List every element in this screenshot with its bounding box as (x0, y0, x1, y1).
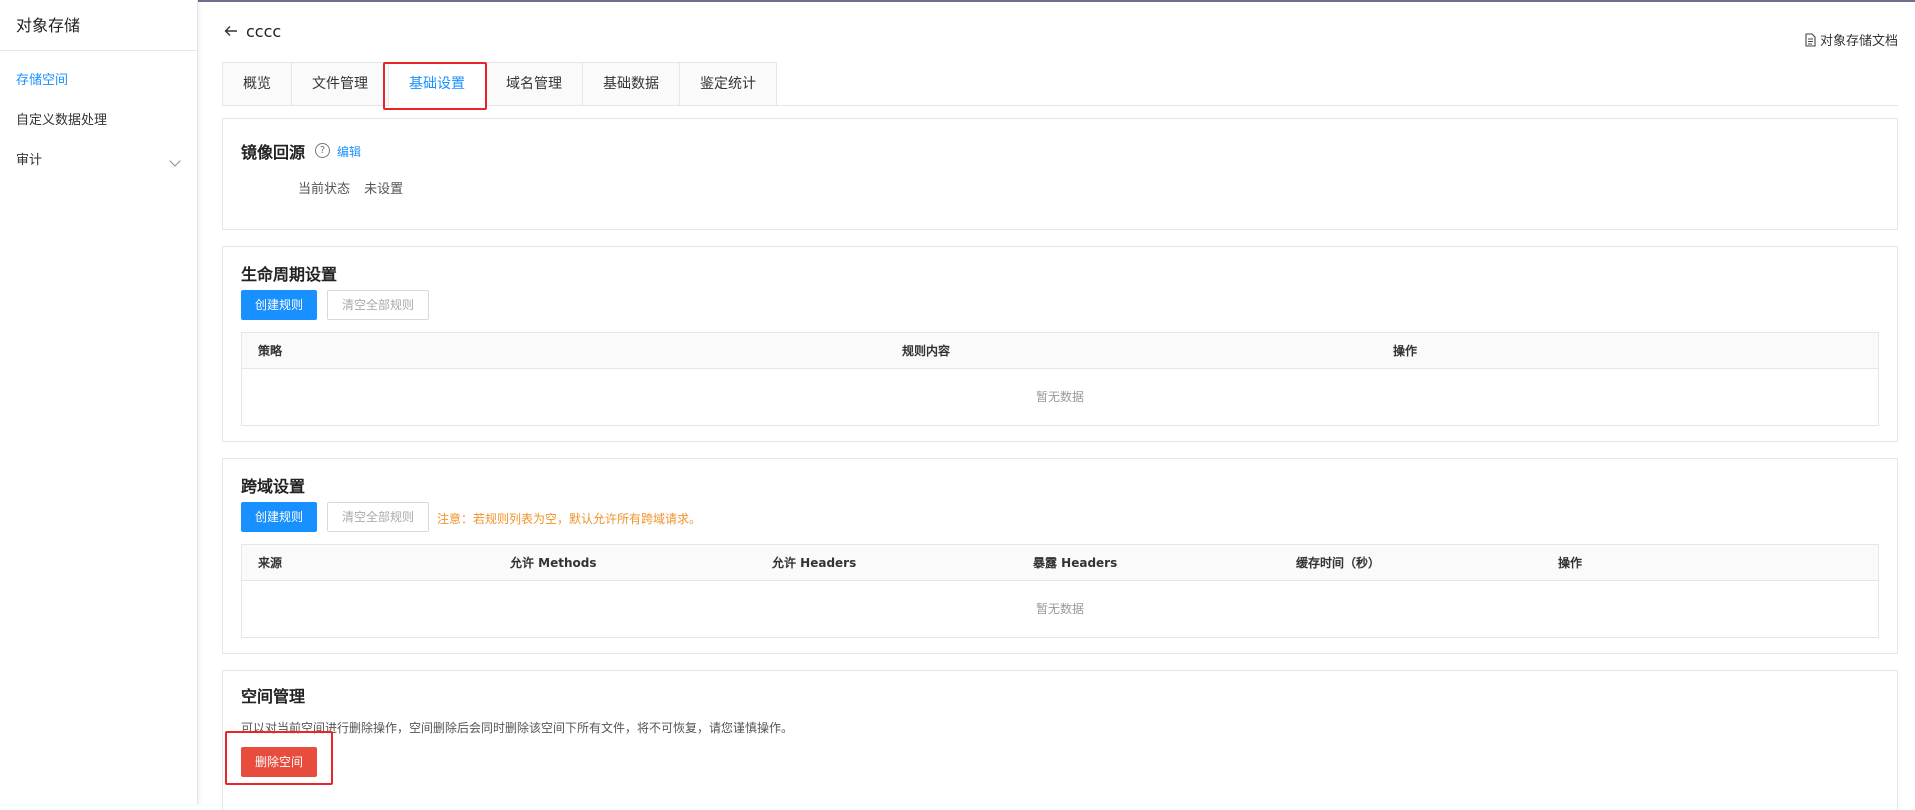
bucket-name: cccc (246, 22, 282, 41)
status-label: 当前状态 (298, 182, 351, 197)
column-header: 操作 (1393, 344, 1418, 358)
back-arrow-icon[interactable] (224, 24, 238, 38)
tab-file-management[interactable]: 文件管理 (292, 62, 389, 106)
cors-card: 跨域设置 创建规则 清空全部规则 注意：若规则列表为空，默认允许所有跨域请求。 … (222, 458, 1898, 654)
sidebar-item-label: 自定义数据处理 (16, 113, 108, 128)
mirror-origin-title: 镜像回源 (241, 143, 306, 162)
sidebar: 对象存储 存储空间 自定义数据处理 审计 (0, 0, 198, 804)
sidebar-item-label: 审计 (16, 153, 43, 168)
tab-bar: 概览 文件管理 基础设置 域名管理 基础数据 鉴定统计 (222, 62, 1898, 106)
space-management-title: 空间管理 (241, 687, 306, 706)
page-header: cccc 对象存储文档 (222, 20, 1898, 50)
edit-link[interactable]: 编辑 (337, 143, 361, 160)
lifecycle-card: 生命周期设置 创建规则 清空全部规则 策略 规则内容 操作 暂无数据 (222, 246, 1898, 442)
doc-link[interactable]: 对象存储文档 (1805, 30, 1898, 49)
tab-basic-settings[interactable]: 基础设置 (389, 62, 486, 106)
sidebar-item-audit[interactable]: 审计 (0, 141, 197, 181)
column-header: 暴露 Headers (1033, 556, 1118, 570)
mirror-origin-card: 镜像回源 ? 编辑 当前状态 未设置 (222, 118, 1898, 230)
lifecycle-table: 策略 规则内容 操作 暂无数据 (241, 332, 1879, 426)
cors-title: 跨域设置 (241, 477, 306, 496)
empty-state: 暂无数据 (1035, 390, 1084, 404)
sidebar-title: 对象存储 (0, 0, 197, 51)
doc-link-label: 对象存储文档 (1819, 34, 1898, 49)
tab-domain-management[interactable]: 域名管理 (486, 62, 583, 106)
space-management-card: 空间管理 可以对当前空间进行删除操作，空间删除后会同时删除该空间下所有文件，将不… (222, 670, 1898, 810)
delete-bucket-button[interactable]: 删除空间 (241, 747, 318, 777)
status-row: 当前状态 未设置 (298, 178, 413, 197)
chevron-down-icon (169, 155, 181, 167)
document-icon (1805, 32, 1816, 47)
status-value: 未设置 (364, 182, 404, 197)
empty-state: 暂无数据 (1035, 602, 1084, 616)
column-header: 操作 (1558, 556, 1583, 570)
column-header: 允许 Headers (772, 556, 857, 570)
lifecycle-title: 生命周期设置 (241, 265, 338, 284)
tab-overview[interactable]: 概览 (222, 62, 292, 106)
create-rule-button[interactable]: 创建规则 (241, 290, 318, 320)
create-rule-button[interactable]: 创建规则 (241, 502, 318, 532)
column-header: 规则内容 (902, 344, 951, 358)
sidebar-item-data-processing[interactable]: 自定义数据处理 (0, 101, 197, 141)
help-icon[interactable]: ? (315, 143, 330, 158)
table-header: 策略 规则内容 操作 (242, 333, 1878, 369)
column-header: 来源 (258, 556, 283, 570)
cors-notice: 注意：若规则列表为空，默认允许所有跨域请求。 (437, 512, 702, 526)
space-management-desc: 可以对当前空间进行删除操作，空间删除后会同时删除该空间下所有文件，将不可恢复，请… (241, 721, 794, 735)
cors-table: 来源 允许 Methods 允许 Headers 暴露 Headers 缓存时间… (241, 544, 1879, 638)
column-header: 缓存时间（秒） (1296, 556, 1381, 570)
clear-rules-button[interactable]: 清空全部规则 (327, 290, 430, 320)
sidebar-item-label: 存储空间 (16, 73, 69, 88)
tab-basic-data[interactable]: 基础数据 (583, 62, 680, 106)
column-header: 允许 Methods (510, 556, 597, 570)
tab-statistics[interactable]: 鉴定统计 (680, 62, 777, 106)
sidebar-item-buckets[interactable]: 存储空间 (0, 61, 197, 101)
table-header: 来源 允许 Methods 允许 Headers 暴露 Headers 缓存时间… (242, 545, 1878, 581)
main-content: cccc 对象存储文档 概览 文件管理 基础设置 域名管理 基础数据 鉴定统计 … (222, 0, 1898, 810)
column-header: 策略 (258, 344, 283, 358)
clear-rules-button[interactable]: 清空全部规则 (327, 502, 430, 532)
